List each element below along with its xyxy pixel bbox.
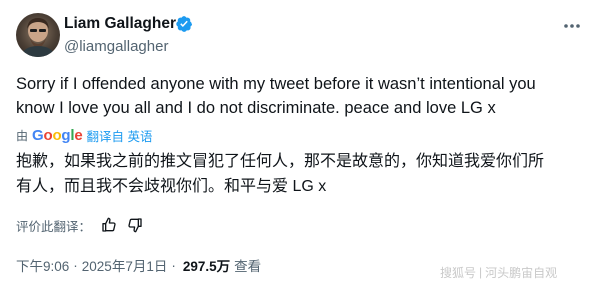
thumbs-up-icon[interactable] — [101, 217, 117, 233]
watermark-part-1: 搜狐号 — [440, 265, 477, 280]
avatar[interactable] — [16, 13, 60, 57]
more-dots-icon — [564, 24, 580, 28]
translated-text: 抱歉，如果我之前的推文冒犯了任何人，那不是故意的，你知道我爱你们所 有人，而且我… — [16, 149, 586, 199]
avatar-photo — [20, 18, 56, 57]
tweet-time[interactable]: 下午9:06 — [16, 255, 69, 275]
tweet-text-line-1: Sorry if I offended anyone with my tweet… — [16, 75, 536, 93]
tweet-text-line-2: know I love you all and I do not discrim… — [16, 99, 496, 117]
rate-translation-label: 评价此翻译： — [16, 219, 92, 234]
rate-translation: 评价此翻译： — [16, 214, 143, 236]
meta-separator: · — [73, 257, 78, 273]
user-handle[interactable]: @liamgallagher — [64, 38, 168, 55]
source-watermark: 搜狐号 | 河头鹏宙自观 — [440, 263, 557, 281]
translation-attribution: 由 Google 翻译自 英语 — [16, 124, 153, 146]
display-name[interactable]: Liam Gallagher — [64, 15, 176, 33]
translated-from-link[interactable]: 翻译自 英语 — [87, 126, 153, 145]
view-count: 297.5万 — [182, 259, 231, 274]
views-label: 查看 — [234, 259, 262, 274]
more-options-button[interactable] — [561, 15, 583, 37]
translated-text-line-1: 抱歉，如果我之前的推文冒犯了任何人，那不是故意的，你知道我爱你们所 — [16, 153, 545, 170]
translated-text-line-2: 有人，而且我不会歧视你们。和平与爱 LG x — [16, 178, 327, 195]
watermark-part-2: 河头鹏宙自观 — [485, 265, 558, 280]
tweet-text: Sorry if I offended anyone with my tweet… — [16, 72, 586, 120]
tweet-date[interactable]: 2025年7月1日 — [82, 255, 168, 275]
watermark-separator: | — [479, 265, 483, 279]
tweet-metadata: 下午9:06 · 2025年7月1日 · 297.5万 查看 — [16, 255, 261, 275]
verified-badge-icon — [176, 16, 193, 32]
translated-by-prefix: 由 — [16, 128, 29, 143]
meta-separator-2: · — [171, 257, 176, 273]
google-logo: Google — [32, 126, 83, 144]
thumbs-down-icon[interactable] — [127, 217, 143, 233]
